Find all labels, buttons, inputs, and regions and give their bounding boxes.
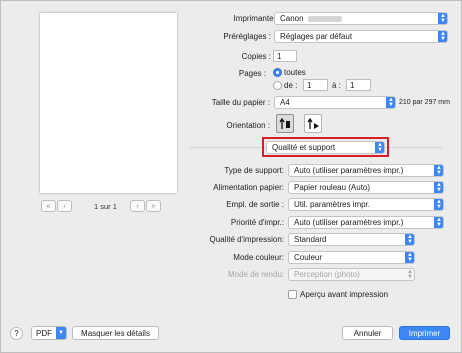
copies-label: Copies : <box>241 52 271 61</box>
presets-label: Préréglages : <box>223 32 271 41</box>
print-priority-select[interactable]: Auto (utiliser paramètres impr.) ▲ ▼ <box>288 216 444 229</box>
last-page-icon: » <box>151 202 156 210</box>
pages-label: Pages : <box>238 69 266 78</box>
panel-value: Qualité et support <box>272 143 336 152</box>
orientation-portrait-button[interactable] <box>276 114 294 133</box>
pages-from-input[interactable]: 1 <box>303 79 328 91</box>
chevron-updown-icon: ▲ ▼ <box>434 182 443 193</box>
output-method-select[interactable]: Util. paramètres impr. ▲ ▼ <box>288 198 444 211</box>
paper-source-select[interactable]: Papier rouleau (Auto) ▲ ▼ <box>288 181 444 194</box>
page-preview <box>40 13 177 193</box>
matching-mode-value: Perception (photo) <box>294 270 360 279</box>
page-indicator: 1 sur 1 <box>94 202 117 211</box>
previous-page-icon: ‹ <box>63 202 66 210</box>
orientation-label: Orientation : <box>226 121 270 130</box>
pages-to-input[interactable]: 1 <box>346 79 371 91</box>
pages-all-label: toutes <box>284 68 306 77</box>
output-method-label: Empl. de sortie : <box>226 200 284 209</box>
chevron-updown-icon: ▲ ▼ <box>438 13 447 24</box>
pdf-menu-button[interactable]: PDF ▼ <box>31 326 67 340</box>
print-quality-select[interactable]: Standard ▲ ▼ <box>288 233 415 246</box>
landscape-icon <box>306 117 319 129</box>
chevron-updown-icon: ▲ ▼ <box>375 142 384 153</box>
copies-input[interactable]: 1 <box>273 50 297 62</box>
first-page-button[interactable]: « <box>41 200 56 212</box>
first-page-icon: « <box>46 202 51 210</box>
chevron-updown-icon: ▲ ▼ <box>434 165 443 176</box>
print-quality-value: Standard <box>294 235 327 244</box>
last-page-button[interactable]: » <box>146 200 161 212</box>
previous-page-button[interactable]: ‹ <box>57 200 72 212</box>
media-type-value: Auto (utiliser paramètres impr.) <box>294 166 404 175</box>
next-page-icon: › <box>136 202 139 210</box>
printer-label: Imprimante : <box>233 14 278 23</box>
cancel-button[interactable]: Annuler <box>342 326 393 340</box>
matching-mode-label: Mode de rendu: <box>227 270 284 279</box>
help-button[interactable]: ? <box>10 327 23 340</box>
hide-details-button[interactable]: Masquer les détails <box>72 326 159 340</box>
preview-checkbox-label: Aperçu avant impression <box>300 290 389 299</box>
paper-size-select[interactable]: A4 ▲ ▼ <box>274 96 396 109</box>
pages-from-label: de : <box>284 81 298 90</box>
chevron-updown-icon: ▲ ▼ <box>407 268 413 280</box>
matching-mode-select: Perception (photo) ▲ ▼ <box>288 268 415 281</box>
paper-dimensions: 210 par 297 mm <box>399 99 450 106</box>
presets-select[interactable]: Réglages par défaut ▲ ▼ <box>274 30 448 43</box>
paper-source-value: Papier rouleau (Auto) <box>294 183 371 192</box>
print-quality-label: Qualité d'impression: <box>209 235 284 244</box>
orientation-landscape-button[interactable] <box>304 114 322 133</box>
pages-to-label: à : <box>332 81 341 90</box>
portrait-icon <box>278 117 290 129</box>
print-priority-value: Auto (utiliser paramètres impr.) <box>294 218 404 227</box>
chevron-updown-icon: ▲ ▼ <box>405 234 414 245</box>
panel-select[interactable]: Qualité et support ▲ ▼ <box>266 141 385 154</box>
pages-all-radio[interactable] <box>273 68 282 77</box>
media-type-select[interactable]: Auto (utiliser paramètres impr.) ▲ ▼ <box>288 164 444 177</box>
help-icon: ? <box>14 329 19 338</box>
paper-size-value: A4 <box>280 98 290 107</box>
chevron-updown-icon: ▲ ▼ <box>438 31 447 42</box>
preview-checkbox[interactable] <box>288 290 297 299</box>
color-mode-value: Couleur <box>294 253 323 262</box>
pdf-label: PDF <box>36 328 52 338</box>
chevron-down-icon: ▼ <box>56 327 66 339</box>
chevron-updown-icon: ▲ ▼ <box>405 252 414 263</box>
chevron-updown-icon: ▲ ▼ <box>434 217 443 228</box>
output-method-value: Util. paramètres impr. <box>294 200 371 209</box>
chevron-updown-icon: ▲ ▼ <box>386 97 395 108</box>
media-type-label: Type de support: <box>224 166 284 175</box>
chevron-updown-icon: ▲ ▼ <box>434 199 443 210</box>
pages-range-radio[interactable] <box>273 81 282 90</box>
paper-size-label: Taille du papier : <box>211 98 270 107</box>
printer-value: Canon <box>280 14 304 23</box>
color-mode-label: Mode couleur: <box>233 253 284 262</box>
print-priority-label: Priorité d'impr.: <box>230 218 284 227</box>
presets-value: Réglages par défaut <box>280 32 353 41</box>
print-button[interactable]: Imprimer <box>399 326 450 340</box>
paper-source-label: Alimentation papier: <box>213 183 284 192</box>
printer-name-redacted <box>307 15 342 22</box>
color-mode-select[interactable]: Couleur ▲ ▼ <box>288 251 415 264</box>
printer-select[interactable]: Canon ▲ ▼ <box>274 12 448 25</box>
next-page-button[interactable]: › <box>130 200 145 212</box>
